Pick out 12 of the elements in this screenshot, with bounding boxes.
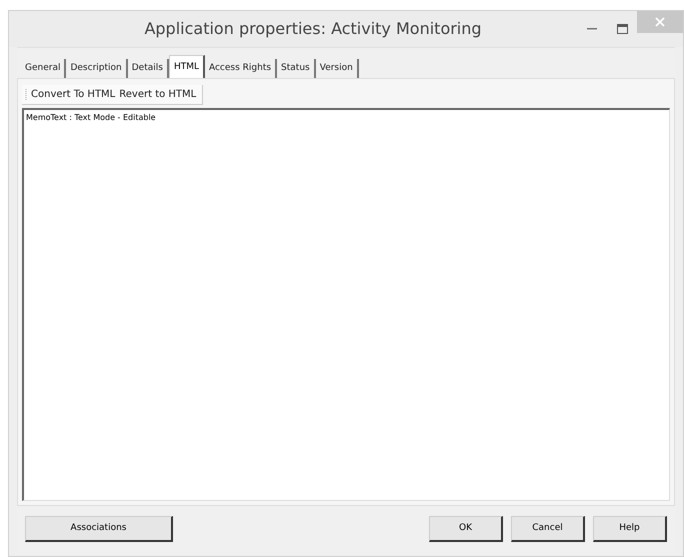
associations-button[interactable]: Associations (25, 516, 173, 542)
close-icon (655, 17, 665, 27)
dialog-button[interactable]: OK (429, 516, 503, 542)
memo-field[interactable]: MemoText : Text Mode - Editable (22, 108, 670, 501)
maximize-icon (616, 24, 628, 34)
window-title: Application properties: Activity Monitoring (143, 18, 482, 40)
toolbar-button[interactable]: Revert to HTML (119, 87, 196, 102)
toolbar-button[interactable]: Convert To HTML (31, 87, 116, 102)
dialog-button[interactable]: Help (593, 516, 667, 542)
dialog-button[interactable]: Cancel (511, 516, 585, 542)
tab[interactable]: HTML (168, 55, 205, 79)
minimize-icon (587, 28, 597, 30)
